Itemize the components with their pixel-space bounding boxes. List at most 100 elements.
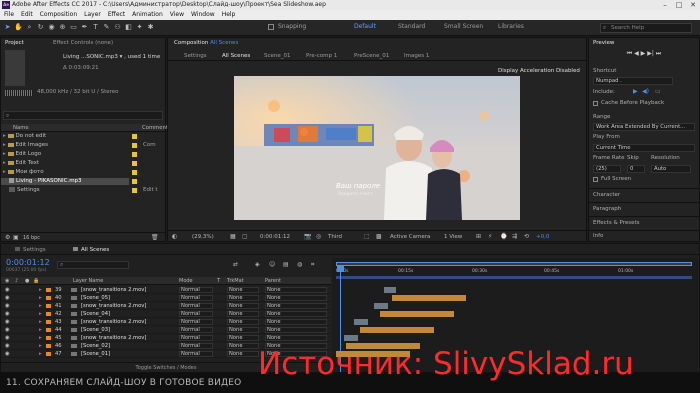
- show-channel-icon[interactable]: ◎: [316, 233, 321, 240]
- project-item[interactable]: ▸ Мои фото: [3, 169, 44, 176]
- blend-mode-dropdown[interactable]: Normal: [179, 343, 213, 349]
- parent-dropdown[interactable]: None: [265, 287, 327, 293]
- parent-dropdown[interactable]: None: [265, 319, 327, 325]
- blend-mode-dropdown[interactable]: Normal: [179, 311, 213, 317]
- timeline-layer-row[interactable]: ◉ ▸ 39 [snow_transitions 2.mov] Normal N…: [1, 286, 331, 294]
- layer-bar[interactable]: [374, 303, 388, 309]
- timeline-layer-row[interactable]: ◉ ▸ 43 [snow_transitions 2.mov] Normal N…: [1, 318, 331, 326]
- camera-dropdown[interactable]: Active Camera: [390, 234, 430, 240]
- label-color-swatch[interactable]: [132, 161, 137, 166]
- visibility-eye-icon[interactable]: ◉: [5, 350, 10, 358]
- project-search-input[interactable]: ⌕: [3, 111, 163, 120]
- roto-tool-icon[interactable]: ✦: [135, 23, 144, 32]
- range-dropdown[interactable]: Work Area Extended By Current...: [593, 123, 695, 131]
- layer-bar[interactable]: [360, 327, 434, 333]
- trkmat-dropdown[interactable]: None: [227, 311, 259, 317]
- visibility-eye-icon[interactable]: ◉: [5, 334, 10, 342]
- menu-file[interactable]: File: [4, 10, 14, 20]
- timeline-layer-row[interactable]: ◉ ▸ 42 [Scene_04] Normal None None: [1, 310, 331, 318]
- layer-label-color[interactable]: [46, 304, 51, 308]
- visibility-column-icon[interactable]: ◉: [5, 277, 9, 285]
- timeline-tab-all-scenes[interactable]: All Scenes: [73, 247, 109, 253]
- visibility-eye-icon[interactable]: ◉: [5, 294, 10, 302]
- expand-arrow-icon[interactable]: ▸: [39, 326, 42, 334]
- layer-bar[interactable]: [392, 295, 466, 301]
- playhead-handle[interactable]: [337, 266, 344, 272]
- column-mode[interactable]: Mode: [179, 277, 193, 285]
- hand-tool-icon[interactable]: ✋: [14, 23, 23, 32]
- draft-3d-icon[interactable]: ◈: [255, 261, 260, 268]
- menu-window[interactable]: Window: [191, 10, 215, 20]
- workspace-small-screen[interactable]: Small Screen: [444, 23, 483, 30]
- expand-arrow-icon[interactable]: ▸: [39, 318, 42, 326]
- transparency-grid-icon[interactable]: ▩: [376, 233, 382, 240]
- timeline-search-input[interactable]: ⌕: [57, 261, 129, 269]
- column-t[interactable]: T: [217, 277, 220, 285]
- menu-effect[interactable]: Effect: [108, 10, 125, 20]
- next-frame-icon[interactable]: ▶|: [647, 50, 654, 57]
- previous-frame-icon[interactable]: ◀: [634, 50, 639, 57]
- visibility-eye-icon[interactable]: ◉: [5, 326, 10, 334]
- composition-mini-flowchart-icon[interactable]: ⇄: [233, 261, 238, 268]
- visibility-eye-icon[interactable]: ◉: [5, 310, 10, 318]
- timeline-layer-row[interactable]: ◉ ▸ 44 [Scene_03] Normal None None: [1, 326, 331, 334]
- shy-layers-icon[interactable]: ☺: [269, 261, 275, 268]
- visibility-eye-icon[interactable]: ◉: [5, 302, 10, 310]
- layer-label-color[interactable]: [46, 328, 51, 332]
- parent-dropdown[interactable]: None: [265, 335, 327, 341]
- resolution-dropdown[interactable]: Auto: [651, 165, 691, 173]
- resolution-dropdown[interactable]: Third: [328, 234, 342, 240]
- puppet-tool-icon[interactable]: ✱: [146, 23, 155, 32]
- expand-arrow-icon[interactable]: ▸: [39, 302, 42, 310]
- snapshot-icon[interactable]: 📷: [304, 233, 311, 240]
- blend-mode-dropdown[interactable]: Normal: [179, 303, 213, 309]
- layer-label-color[interactable]: [46, 336, 51, 340]
- solo-column-icon[interactable]: ●: [25, 277, 29, 285]
- parent-dropdown[interactable]: None: [265, 327, 327, 333]
- grid-icon[interactable]: ▦: [230, 233, 236, 240]
- parent-dropdown[interactable]: None: [265, 295, 327, 301]
- menu-animation[interactable]: Animation: [132, 10, 163, 20]
- fast-previews-icon[interactable]: ⚡: [488, 233, 492, 240]
- blend-mode-dropdown[interactable]: Normal: [179, 327, 213, 333]
- zoom-dropdown[interactable]: (29,3%): [192, 234, 214, 240]
- pan-behind-tool-icon[interactable]: ⊕: [58, 23, 67, 32]
- expand-arrow-icon[interactable]: ▸: [39, 342, 42, 350]
- brush-tool-icon[interactable]: ✎: [102, 23, 111, 32]
- flowchart-icon[interactable]: ⇶: [512, 233, 517, 240]
- layer-bar[interactable]: [354, 319, 368, 325]
- tab-effect-controls[interactable]: Effect Controls (none): [53, 40, 113, 46]
- last-frame-icon[interactable]: ⏭: [656, 50, 661, 57]
- trkmat-dropdown[interactable]: None: [227, 335, 259, 341]
- column-comment[interactable]: Comment: [142, 125, 168, 131]
- timeline-layer-row[interactable]: ◉ ▸ 41 [snow_transitions 2.mov] Normal N…: [1, 302, 331, 310]
- parent-dropdown[interactable]: None: [265, 303, 327, 309]
- include-overlays-icon[interactable]: ▭: [655, 88, 661, 95]
- trkmat-dropdown[interactable]: None: [227, 319, 259, 325]
- menu-help[interactable]: Help: [222, 10, 236, 20]
- first-frame-icon[interactable]: ⏮: [627, 50, 632, 57]
- snapping-checkbox[interactable]: [268, 24, 274, 30]
- comp-tab-scene-01[interactable]: Scene_01: [264, 53, 291, 59]
- visibility-eye-icon[interactable]: ◉: [5, 286, 10, 294]
- search-help-input[interactable]: ⌕ Search Help: [600, 23, 692, 33]
- include-audio-icon[interactable]: ◀): [642, 88, 649, 95]
- project-item[interactable]: ▸ Edit Text: [3, 160, 39, 167]
- maximize-button[interactable]: □: [672, 0, 686, 10]
- tab-project[interactable]: Project: [5, 40, 24, 46]
- trkmat-dropdown[interactable]: None: [227, 343, 259, 349]
- workspace-libraries[interactable]: Libraries: [498, 23, 524, 30]
- expand-arrow-icon[interactable]: ▸: [39, 350, 42, 358]
- view-layout-dropdown[interactable]: 1 View: [444, 234, 462, 240]
- time-navigator-range[interactable]: [336, 262, 692, 266]
- reset-exposure-icon[interactable]: ⟲: [524, 233, 529, 240]
- blend-mode-dropdown[interactable]: Normal: [179, 319, 213, 325]
- timeline-icon[interactable]: ⌚: [500, 233, 507, 240]
- column-trkmat[interactable]: TrkMat: [227, 277, 244, 285]
- info-panel-header[interactable]: Info: [589, 230, 699, 242]
- layer-label-color[interactable]: [46, 352, 51, 356]
- shortcut-dropdown[interactable]: Numpad .: [593, 77, 673, 85]
- bpc-indicator[interactable]: 16 bpc: [23, 235, 40, 241]
- minimize-button[interactable]: –: [658, 0, 672, 10]
- comp-tab-all-scenes[interactable]: All Scenes: [222, 53, 250, 59]
